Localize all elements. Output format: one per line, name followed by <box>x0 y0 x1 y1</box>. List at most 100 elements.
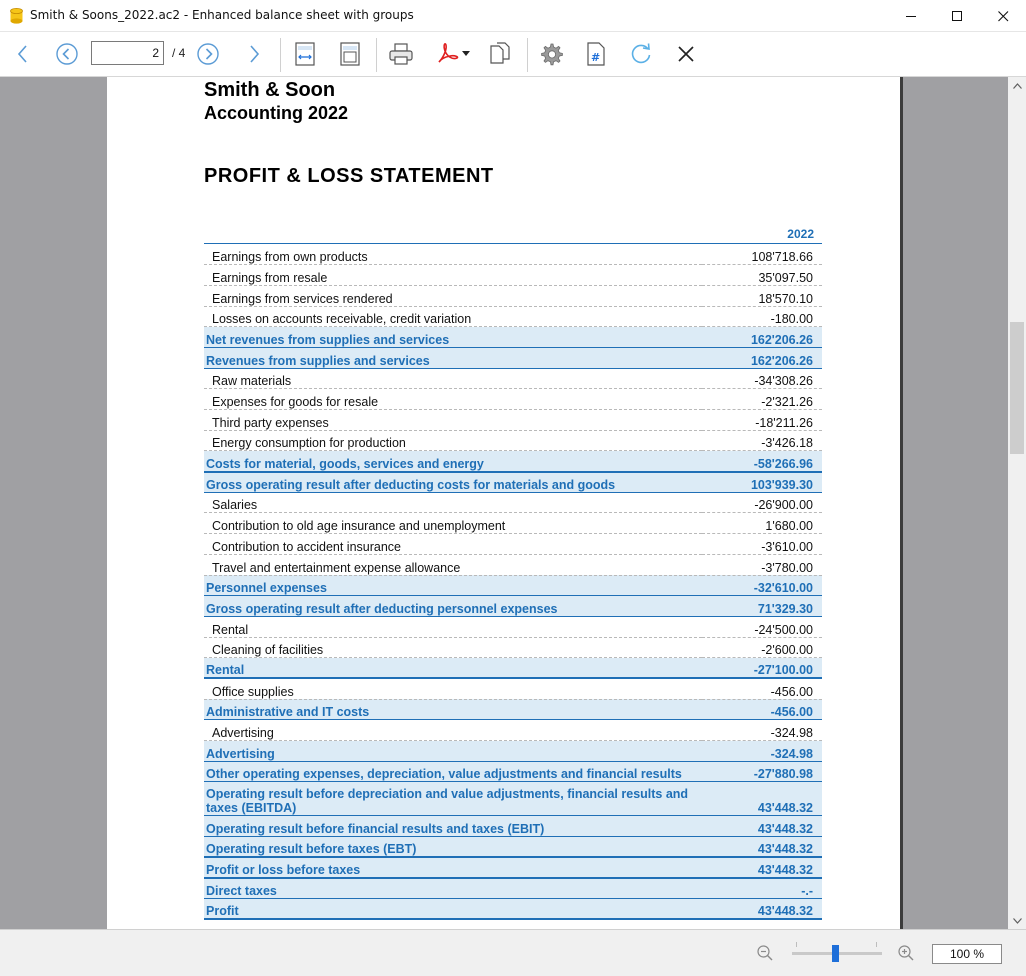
export-pdf-button[interactable] <box>431 39 475 69</box>
row-amount: -2'600.00 <box>702 637 822 659</box>
row-label: Rental <box>204 657 702 680</box>
row-label: Earnings from services rendered <box>204 285 702 307</box>
row-amount: -324.98 <box>702 740 822 762</box>
row-amount: 162'206.26 <box>702 347 822 369</box>
forward-button[interactable] <box>239 39 269 69</box>
row-label: Energy consumption for production <box>204 430 702 452</box>
fit-page-button[interactable] <box>335 39 365 69</box>
row-label: Other operating expenses, depreciation, … <box>204 761 702 783</box>
minimize-button[interactable] <box>888 0 934 32</box>
row-amount: -18'211.26 <box>702 409 822 431</box>
row-label: Contribution to old age insurance and un… <box>204 512 702 535</box>
pdf-icon <box>438 43 459 63</box>
close-window-button[interactable] <box>980 0 1026 32</box>
row-amount: -456.00 <box>702 699 822 721</box>
row-amount: -58'266.96 <box>702 450 822 473</box>
page-total-label: / 4 <box>172 46 186 60</box>
back-button[interactable] <box>8 39 38 69</box>
row-amount: 43'448.32 <box>702 857 822 879</box>
zoom-in-button[interactable] <box>895 942 917 964</box>
row-amount: 43'448.32 <box>702 898 822 921</box>
row-label: Net revenues from supplies and services <box>204 326 702 348</box>
account-row: Losses on accounts receivable, credit va… <box>204 306 822 328</box>
fit-width-button[interactable] <box>290 39 320 69</box>
account-row: Energy consumption for production -3'426.… <box>204 430 822 452</box>
row-amount: 18'570.10 <box>702 285 822 307</box>
close-icon <box>997 10 1008 21</box>
page-number-icon: # <box>587 42 605 66</box>
row-label: Advertising <box>204 740 702 762</box>
page-numbers-button[interactable]: # <box>581 39 611 69</box>
account-row: Third party expenses -18'211.26 <box>204 409 822 431</box>
circle-arrow-left-icon <box>56 43 78 65</box>
row-label: Losses on accounts receivable, credit va… <box>204 306 702 328</box>
row-label: Direct taxes <box>204 877 702 900</box>
window-title: Smith & Soons_2022.ac2 - Enhanced balanc… <box>30 8 414 22</box>
scrollbar-thumb[interactable] <box>1010 322 1024 454</box>
row-label: Operating result before depreciation and… <box>204 781 702 817</box>
close-icon <box>678 46 694 62</box>
account-row: Expenses for goods for resale -2'321.26 <box>204 388 822 410</box>
row-amount: -34'308.26 <box>702 368 822 390</box>
row-amount: 162'206.26 <box>702 326 822 348</box>
print-button[interactable] <box>386 39 416 69</box>
maximize-button[interactable] <box>934 0 980 32</box>
zoom-slider-thumb[interactable] <box>832 945 839 962</box>
row-amount: -27'100.00 <box>702 657 822 680</box>
subtotal-row: Profit or loss before taxes 43'448.32 <box>204 857 822 879</box>
scroll-up-button[interactable] <box>1008 77 1026 94</box>
next-page-button[interactable] <box>193 39 223 69</box>
row-amount: 103'939.30 <box>702 471 822 493</box>
row-amount: -180.00 <box>702 306 822 328</box>
row-label: Administrative and IT costs <box>204 699 702 721</box>
report-viewer-window: Smith & Soons_2022.ac2 - Enhanced balanc… <box>0 0 1026 976</box>
row-amount: 71'329.30 <box>702 595 822 617</box>
row-amount: -2'321.26 <box>702 388 822 410</box>
row-label: Earnings from resale <box>204 264 702 286</box>
settings-button[interactable] <box>536 39 566 69</box>
year-column-label: 2022 <box>787 227 814 241</box>
report-subtitle: Accounting 2022 <box>204 103 349 123</box>
refresh-button[interactable] <box>626 39 656 69</box>
zoom-tick <box>796 942 797 947</box>
subtotal-row: Revenues from supplies and services 162'2… <box>204 347 822 369</box>
zoom-level-input[interactable]: 100 % <box>932 944 1002 964</box>
row-amount: -24'500.00 <box>702 616 822 638</box>
subtotal-row: Net revenues from supplies and services 1… <box>204 326 822 348</box>
row-amount: -324.98 <box>702 719 822 741</box>
row-label: Operating result before taxes (EBT) <box>204 836 702 859</box>
row-label: Contribution to accident insurance <box>204 533 702 555</box>
row-label: Gross operating result after deducting p… <box>204 595 702 617</box>
row-amount: -3'426.18 <box>702 430 822 452</box>
account-row: Contribution to old age insurance and un… <box>204 512 822 535</box>
fit-page-icon <box>340 42 360 66</box>
account-row: Rental -24'500.00 <box>204 616 822 638</box>
toolbar-divider <box>527 38 528 72</box>
account-row: Advertising -324.98 <box>204 719 822 741</box>
chevron-right-icon <box>250 45 260 63</box>
printer-icon <box>389 43 413 65</box>
account-row: Salaries -26'900.00 <box>204 492 822 514</box>
row-label: Revenues from supplies and services <box>204 347 702 369</box>
scroll-down-button[interactable] <box>1008 912 1026 929</box>
row-amount: -3'780.00 <box>702 554 822 576</box>
maximize-icon <box>951 10 962 21</box>
vertical-scrollbar[interactable] <box>1008 77 1026 929</box>
subtotal-row: Operating result before depreciation and… <box>204 781 822 817</box>
subtotal-row: Operating result before taxes (EBT) 43'44… <box>204 836 822 859</box>
fit-width-icon <box>295 42 315 66</box>
row-label: Gross operating result after deducting c… <box>204 471 702 493</box>
row-label: Operating result before financial result… <box>204 815 702 838</box>
row-label: Expenses for goods for resale <box>204 388 702 410</box>
dropdown-arrow-icon <box>462 51 470 56</box>
subtotal-row: Personnel expenses -32'610.00 <box>204 575 822 597</box>
zoom-out-button[interactable] <box>754 942 776 964</box>
close-report-button[interactable] <box>671 39 701 69</box>
report-viewport[interactable]: Smith & Soon Accounting 2022 PROFIT & LO… <box>0 77 1008 929</box>
page-number-input[interactable]: 2 <box>91 41 164 65</box>
row-amount: -.- <box>702 877 822 900</box>
copy-button[interactable] <box>485 39 515 69</box>
previous-page-button[interactable] <box>52 39 82 69</box>
row-amount: -456.00 <box>702 678 822 700</box>
row-label: Third party expenses <box>204 409 702 431</box>
